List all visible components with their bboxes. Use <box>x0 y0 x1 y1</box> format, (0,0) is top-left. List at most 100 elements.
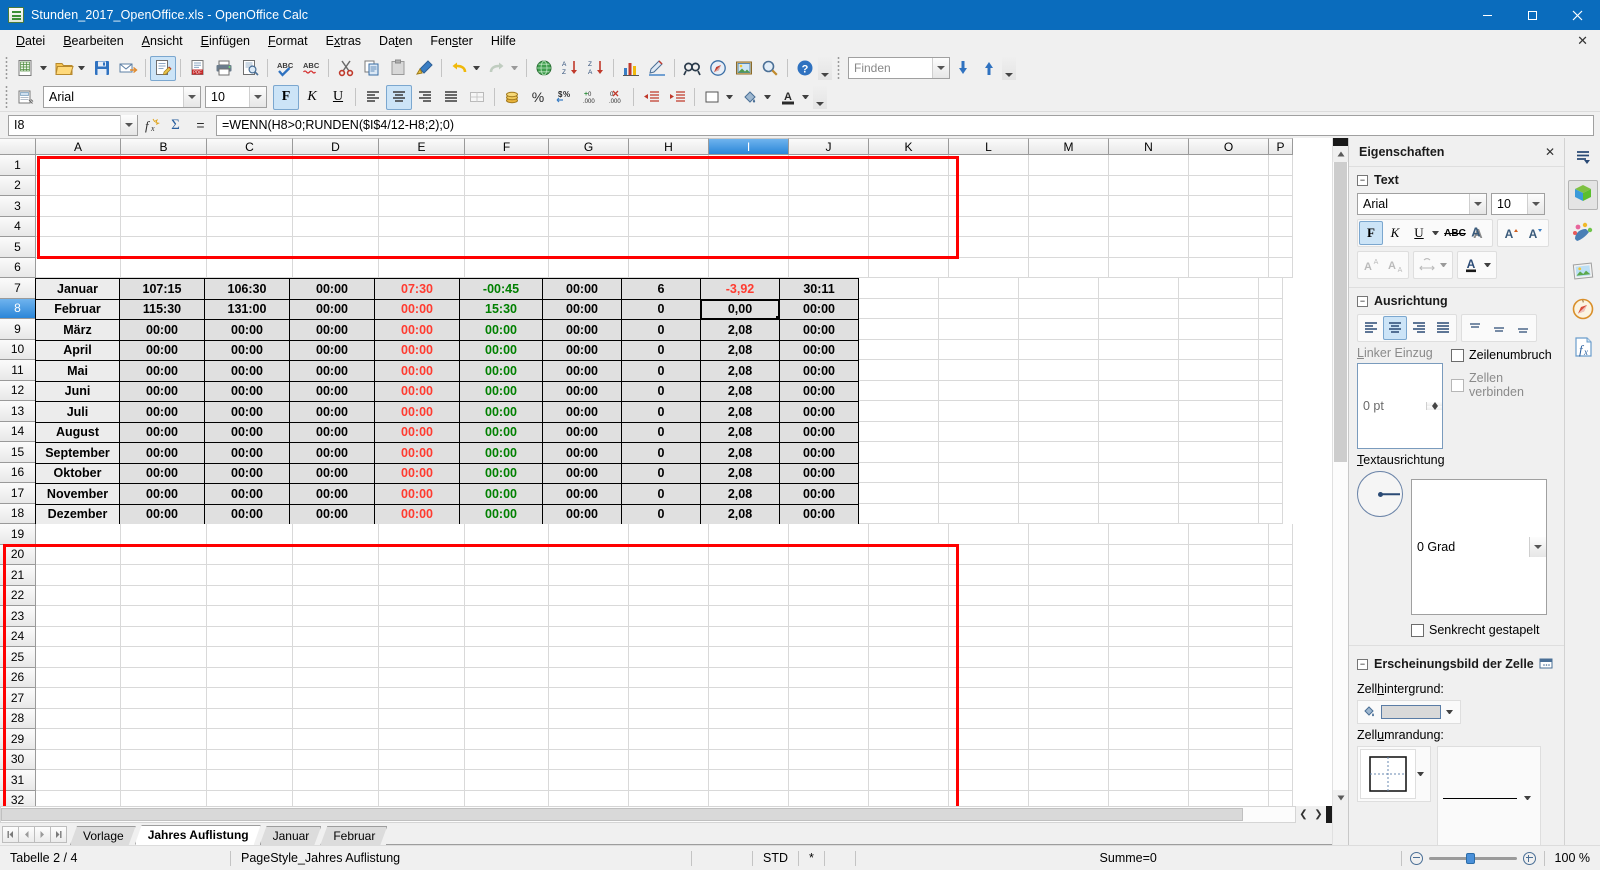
cell-K8[interactable] <box>859 299 939 320</box>
cell-H30[interactable] <box>629 750 709 771</box>
cell-P7[interactable] <box>1259 278 1283 299</box>
cell-P32[interactable] <box>1269 791 1293 807</box>
row-header-11[interactable]: 11 <box>0 360 36 381</box>
align-bottom-icon[interactable] <box>1511 316 1535 340</box>
cell-B11[interactable]: 00:00 <box>119 360 205 382</box>
cell-G4[interactable] <box>549 217 629 238</box>
cell-K19[interactable] <box>869 524 949 545</box>
cell-P2[interactable] <box>1269 176 1293 197</box>
cell-N19[interactable] <box>1109 524 1189 545</box>
cell-O14[interactable] <box>1179 422 1259 443</box>
cell-I12[interactable]: 2,08 <box>700 381 780 403</box>
cell-P1[interactable] <box>1269 155 1293 176</box>
horizontal-scrollbar-thumb[interactable] <box>1 808 1243 821</box>
cell-H25[interactable] <box>629 647 709 668</box>
menu-format[interactable]: Format <box>259 31 317 51</box>
column-header-E[interactable]: E <box>379 138 465 155</box>
column-header-A[interactable]: A <box>36 138 121 155</box>
cell-L26[interactable] <box>949 668 1029 689</box>
save-icon[interactable] <box>89 56 115 81</box>
sidebar-strikethrough-button[interactable]: ABC <box>1443 221 1467 245</box>
cell-A2[interactable] <box>36 176 121 197</box>
cell-E10[interactable]: 00:00 <box>374 340 460 362</box>
sidebar-font-color-icon[interactable]: A <box>1459 253 1483 277</box>
cell-I7[interactable]: -3,92 <box>700 278 780 300</box>
cell-J30[interactable] <box>789 750 869 771</box>
column-header-C[interactable]: C <box>207 138 293 155</box>
cell-B8[interactable]: 115:30 <box>119 299 205 321</box>
maximize-button[interactable] <box>1510 0 1555 30</box>
cell-N26[interactable] <box>1109 668 1189 689</box>
cell-N32[interactable] <box>1109 791 1189 807</box>
underline-button[interactable]: U <box>325 85 351 110</box>
cell-K6[interactable] <box>869 258 949 279</box>
percent-format-icon[interactable]: % <box>525 85 551 110</box>
cell-O2[interactable] <box>1189 176 1269 197</box>
cell-F4[interactable] <box>465 217 549 238</box>
stacked-row[interactable]: Senkrecht gestapelt <box>1411 623 1547 637</box>
cell-F18[interactable]: 00:00 <box>459 504 543 526</box>
cell-B1[interactable] <box>121 155 207 176</box>
merge-cells-row[interactable]: Zellen verbinden <box>1451 371 1558 399</box>
print-icon[interactable] <box>211 56 237 81</box>
cell-H23[interactable] <box>629 606 709 627</box>
row-header-22[interactable]: 22 <box>0 586 36 607</box>
column-header-H[interactable]: H <box>629 138 709 155</box>
cell-I14[interactable]: 2,08 <box>700 422 780 444</box>
cell-B14[interactable]: 00:00 <box>119 422 205 444</box>
cell-G1[interactable] <box>549 155 629 176</box>
cell-D11[interactable]: 00:00 <box>289 360 375 382</box>
cell-A12[interactable]: Juni <box>35 381 120 403</box>
equals-icon[interactable]: = <box>188 114 213 136</box>
cell-O31[interactable] <box>1189 770 1269 791</box>
cell-reference-box[interactable]: I8 <box>8 115 138 136</box>
cell-background-control[interactable] <box>1357 700 1461 724</box>
superscript-icon[interactable]: A A <box>1359 253 1383 277</box>
align-right-icon[interactable] <box>412 85 438 110</box>
cell-H11[interactable]: 0 <box>621 360 701 382</box>
cell-A28[interactable] <box>36 709 121 730</box>
cell-N16[interactable] <box>1099 463 1179 484</box>
cell-M2[interactable] <box>1029 176 1109 197</box>
cell-I28[interactable] <box>709 709 789 730</box>
rotation-degrees-dropdown-icon[interactable] <box>1529 537 1546 557</box>
cell-J20[interactable] <box>789 545 869 566</box>
cell-D20[interactable] <box>293 545 379 566</box>
row-header-24[interactable]: 24 <box>0 627 36 648</box>
rotation-dial[interactable] <box>1357 471 1403 517</box>
column-header-G[interactable]: G <box>549 138 629 155</box>
row-header-26[interactable]: 26 <box>0 668 36 689</box>
cell-G2[interactable] <box>549 176 629 197</box>
cell-E13[interactable]: 00:00 <box>374 401 460 423</box>
cell-F30[interactable] <box>465 750 549 771</box>
cell-B6[interactable] <box>121 258 207 279</box>
cell-J25[interactable] <box>789 647 869 668</box>
selection-mode[interactable]: STD <box>753 846 798 870</box>
cell-B26[interactable] <box>121 668 207 689</box>
cell-K25[interactable] <box>869 647 949 668</box>
cell-G22[interactable] <box>549 586 629 607</box>
cell-N5[interactable] <box>1109 237 1189 258</box>
sidebar-align-right-icon[interactable] <box>1407 316 1431 340</box>
cell-B31[interactable] <box>121 770 207 791</box>
cell-D2[interactable] <box>293 176 379 197</box>
cell-C16[interactable]: 00:00 <box>204 463 290 485</box>
increase-indent-icon[interactable] <box>664 85 690 110</box>
cell-M24[interactable] <box>1029 627 1109 648</box>
cell-H15[interactable]: 0 <box>621 442 701 464</box>
cell-I23[interactable] <box>709 606 789 627</box>
styles-apply-icon[interactable] <box>13 85 39 110</box>
menu-ansicht[interactable]: Ansicht <box>133 31 192 51</box>
cell-F5[interactable] <box>465 237 549 258</box>
cell-D24[interactable] <box>293 627 379 648</box>
cell-C22[interactable] <box>207 586 293 607</box>
cell-J18[interactable]: 00:00 <box>779 504 859 526</box>
cell-B12[interactable]: 00:00 <box>119 381 205 403</box>
open-dropdown-icon[interactable] <box>78 66 85 70</box>
cell-A6[interactable] <box>36 258 121 279</box>
cell-M20[interactable] <box>1029 545 1109 566</box>
cell-I8[interactable]: 0,00 <box>700 299 780 321</box>
cell-D23[interactable] <box>293 606 379 627</box>
cell-H8[interactable]: 0 <box>621 299 701 321</box>
cell-O12[interactable] <box>1179 381 1259 402</box>
